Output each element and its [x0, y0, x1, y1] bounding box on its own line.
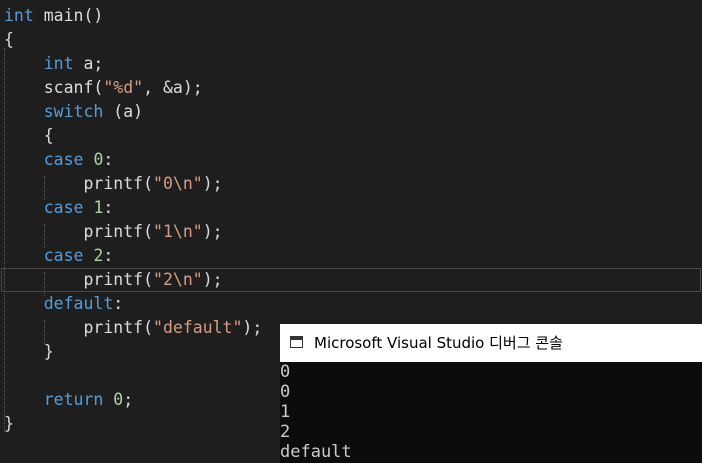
- code-token: }: [4, 414, 14, 433]
- code-line: }: [4, 412, 14, 436]
- code-token: :: [113, 294, 124, 313]
- code-token: 1: [93, 198, 104, 217]
- code-token: 0: [113, 390, 124, 409]
- code-token: "2\n": [153, 270, 203, 289]
- console-output-line: 1: [280, 402, 291, 422]
- console-title: Microsoft Visual Studio 디버그 콘솔: [314, 334, 563, 352]
- code-line: case 2:: [4, 244, 114, 268]
- code-token: "0\n": [153, 174, 203, 193]
- console-output-line: default: [280, 442, 352, 462]
- code-token: :: [103, 198, 114, 217]
- code-token: case: [43, 198, 84, 217]
- code-token: 0: [93, 150, 104, 169]
- code-token: , &a);: [143, 78, 203, 97]
- code-token: case: [43, 150, 84, 169]
- code-token: {: [4, 30, 14, 49]
- code-token: (a): [103, 102, 144, 121]
- console-window-icon: [290, 336, 303, 348]
- code-line: case 0:: [4, 148, 114, 172]
- console-output-line: 0: [280, 382, 291, 402]
- code-token: scanf(: [4, 78, 104, 97]
- code-line: printf("2\n");: [4, 268, 223, 292]
- code-token: switch: [43, 102, 104, 121]
- code-token: case: [43, 246, 84, 265]
- code-line: printf("default");: [4, 316, 262, 340]
- code-token: printf(: [4, 174, 154, 193]
- code-token: );: [202, 174, 223, 193]
- code-token: );: [242, 318, 263, 337]
- code-token: default: [43, 294, 114, 313]
- debug-console-window[interactable]: Microsoft Visual Studio 디버그 콘솔 0 0 1 2 defau…: [280, 324, 702, 463]
- code-token: "1\n": [153, 222, 203, 241]
- code-line: case 1:: [4, 196, 114, 220]
- code-token: 2: [93, 246, 104, 265]
- code-line: {: [4, 124, 54, 148]
- code-token: :: [103, 150, 114, 169]
- code-token: printf(: [4, 318, 154, 337]
- code-line: return 0;: [4, 388, 133, 412]
- code-token: return: [43, 390, 104, 409]
- code-token: );: [202, 222, 223, 241]
- console-output-line: 0: [280, 362, 291, 382]
- code-token: main(): [33, 6, 104, 25]
- code-token: int: [43, 54, 74, 73]
- code-token: int: [4, 6, 34, 25]
- console-title-bar[interactable]: Microsoft Visual Studio 디버그 콘솔: [280, 324, 702, 362]
- code-line: int main(): [4, 4, 103, 28]
- code-token: }: [4, 342, 54, 361]
- code-line: default:: [4, 292, 123, 316]
- code-line: int a;: [4, 52, 104, 76]
- code-token: );: [202, 270, 223, 289]
- code-token: {: [4, 126, 54, 145]
- code-line: switch (a): [4, 100, 143, 124]
- code-token: ;: [123, 390, 134, 409]
- code-token: printf(: [4, 270, 154, 289]
- code-token: "%d": [103, 78, 144, 97]
- code-token: a;: [73, 54, 104, 73]
- code-line: scanf("%d", &a);: [4, 76, 203, 100]
- console-output-line: 2: [280, 422, 291, 442]
- code-line: printf("1\n");: [4, 220, 223, 244]
- code-token: :: [103, 246, 114, 265]
- code-line: {: [4, 28, 14, 52]
- code-line: printf("0\n");: [4, 172, 223, 196]
- code-line: }: [4, 340, 54, 364]
- code-token: "default": [153, 318, 243, 337]
- code-token: printf(: [4, 222, 154, 241]
